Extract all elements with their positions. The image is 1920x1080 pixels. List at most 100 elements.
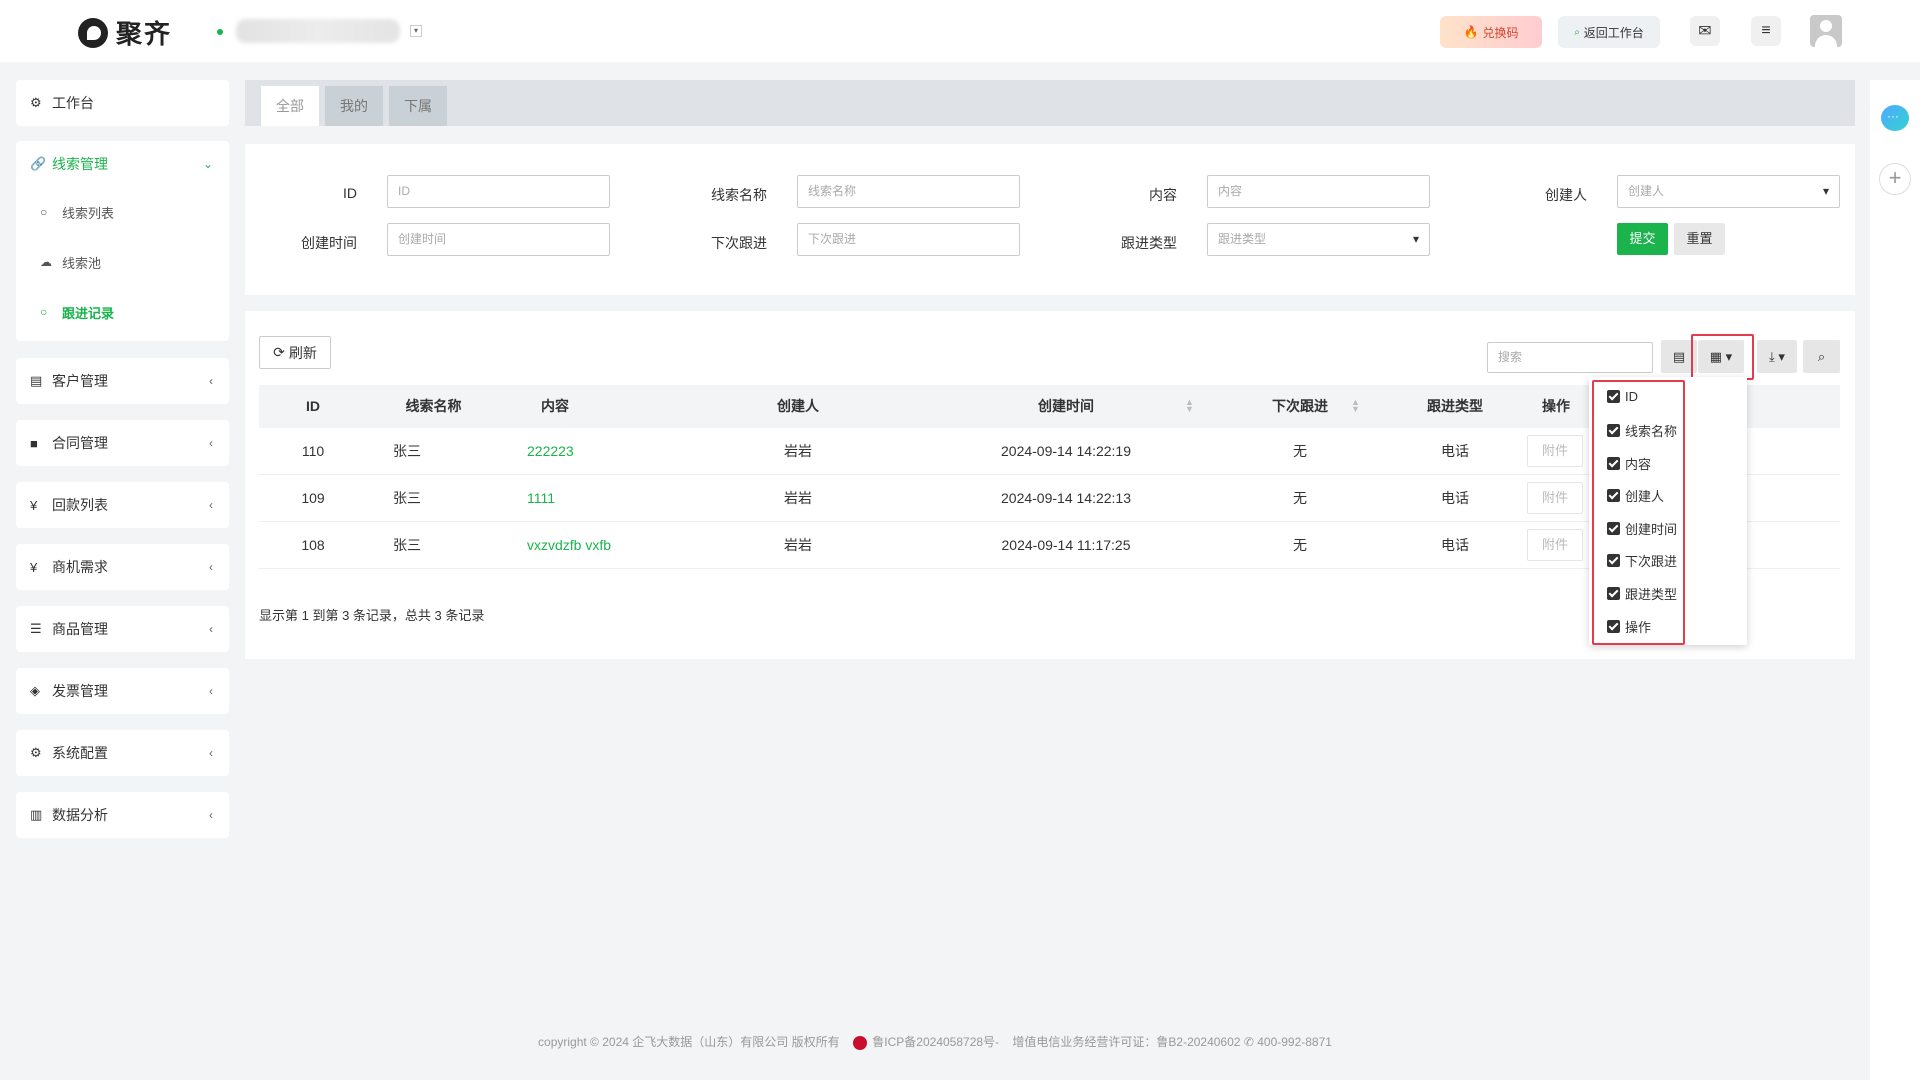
org-dropdown-icon[interactable]: ▾ (410, 25, 422, 37)
top-bar: 聚齐 ▾ 🔥 兑换码 ⌕ 返回工作台 ✉ ≡ (0, 0, 1920, 62)
app-logo[interactable]: 聚齐 (78, 14, 172, 51)
back-to-workbench-button[interactable]: ⌕ 返回工作台 (1558, 16, 1660, 48)
card-view-icon: ▤ (1672, 348, 1686, 364)
sidebar-item-label: 回款列表 (52, 497, 108, 513)
sidebar-item-label: 系统配置 (52, 745, 108, 761)
cell-creator: 岩岩 (784, 443, 812, 459)
police-badge-icon (852, 1035, 867, 1050)
sidebar-item-contract-mgmt[interactable]: ■ 合同管理 ‹ (16, 420, 229, 466)
export-button[interactable]: ⤓ ▾ (1757, 340, 1797, 373)
sort-icon[interactable]: ▲ ▼ (1351, 398, 1360, 414)
filter-lead-name-input[interactable]: 线索名称 (797, 175, 1020, 208)
add-icon[interactable]: + (1879, 163, 1911, 195)
footer-icp-link[interactable]: 鲁ICP备2024058728号- (872, 1035, 999, 1049)
back-to-workbench-label: 返回工作台 (1583, 25, 1644, 40)
col-header-id[interactable]: ID (259, 385, 367, 428)
cell-next-follow: 无 (1293, 443, 1307, 459)
export-icon: ⤓ ▾ (1769, 348, 1785, 364)
chat-icon[interactable] (1881, 105, 1909, 131)
sidebar-item-label: 发票管理 (52, 683, 108, 699)
chevron-down-icon: ⌄ (202, 157, 213, 171)
sidebar-item-data-analysis[interactable]: ▥ 数据分析 ‹ (16, 792, 229, 838)
filter-id-input[interactable]: ID (387, 175, 610, 208)
table-search-input[interactable]: 搜索 (1487, 342, 1653, 373)
filter-follow-type-placeholder: 跟进类型 (1218, 232, 1267, 246)
filter-content-input[interactable]: 内容 (1207, 175, 1430, 208)
submit-button[interactable]: 提交 (1617, 223, 1668, 255)
sidebar-item-opportunity[interactable]: ¥ 商机需求 ‹ (16, 544, 229, 590)
tabs-bar: 全部 我的 下属 (245, 80, 1855, 126)
sidebar-item-product-mgmt[interactable]: ☰ 商品管理 ‹ (16, 606, 229, 652)
filter-content-label: 内容 (1149, 187, 1177, 203)
sidebar-item-label: 客户管理 (52, 373, 108, 389)
sidebar-subitem-label: 跟进记录 (62, 305, 115, 321)
sidebar-item-payment-list[interactable]: ¥ 回款列表 ‹ (16, 482, 229, 528)
reset-button[interactable]: 重置 (1674, 223, 1725, 255)
sidebar-item-lead-mgmt[interactable]: 🔗 线索管理 ⌄ (16, 141, 229, 187)
cell-creator: 岩岩 (784, 537, 812, 553)
filter-created-at-input[interactable]: 创建时间 (387, 223, 610, 256)
footer: copyright © 2024 企飞大数据（山东）有限公司 版权所有 鲁ICP… (0, 1033, 1870, 1050)
cell-created-at: 2024-09-14 14:22:13 (1001, 490, 1131, 506)
advanced-search-button[interactable]: ⌕ (1803, 340, 1840, 373)
refresh-icon: ⟳ (273, 344, 285, 360)
sidebar-subitem-follow-records[interactable]: ○ 跟进记录 (16, 287, 229, 337)
org-name-redacted[interactable] (236, 19, 400, 43)
chevron-left-icon: ‹ (209, 808, 213, 822)
filter-creator-select[interactable]: 创建人 (1617, 175, 1840, 208)
sidebar-item-label: 工作台 (52, 95, 94, 111)
sidebar-item-system-config[interactable]: ⚙ 系统配置 ‹ (16, 730, 229, 776)
sidebar-item-workbench[interactable]: ⚙ 工作台 (16, 80, 229, 126)
dashboard-icon: ⚙ (30, 95, 42, 110)
chevron-left-icon: ‹ (209, 622, 213, 636)
tab-mine[interactable]: 我的 (325, 86, 383, 126)
sidebar-item-label: 线索管理 (52, 156, 108, 172)
footer-license: 增值电信业务经营许可证：鲁B2-20240602 (1012, 1035, 1241, 1049)
tab-subordinates[interactable]: 下属 (389, 86, 447, 126)
chevron-left-icon: ‹ (209, 746, 213, 760)
app-name: 聚齐 (116, 19, 173, 49)
user-avatar[interactable] (1810, 15, 1842, 47)
id-card-icon: ▤ (30, 373, 43, 388)
redeem-code-button[interactable]: 🔥 兑换码 (1440, 16, 1542, 48)
chevron-left-icon: ‹ (209, 560, 213, 574)
attachment-button[interactable]: 附件 (1527, 435, 1583, 467)
sort-icon[interactable]: ▲ ▼ (1185, 398, 1194, 414)
org-status-dot (217, 29, 223, 35)
redeem-code-label: 兑换码 (1482, 25, 1519, 40)
chevron-left-icon: ‹ (209, 374, 213, 388)
chevron-left-icon: ‹ (209, 498, 213, 512)
mail-button[interactable]: ✉ (1690, 16, 1720, 46)
tag-icon: ◈ (30, 683, 40, 698)
filter-next-follow-input[interactable]: 下次跟进 (797, 223, 1020, 256)
filter-creator-placeholder: 创建人 (1628, 184, 1665, 198)
attachment-button[interactable]: 附件 (1527, 482, 1583, 514)
filter-follow-type-select[interactable]: 跟进类型 (1207, 223, 1430, 256)
menu-button[interactable]: ≡ (1751, 16, 1781, 46)
footer-copyright: copyright © 2024 企飞大数据（山东）有限公司 版权所有 (538, 1035, 840, 1049)
tab-all[interactable]: 全部 (261, 86, 319, 126)
sidebar-item-label: 数据分析 (52, 807, 108, 823)
cell-creator: 岩岩 (784, 490, 812, 506)
sidebar-item-customer-mgmt[interactable]: ▤ 客户管理 ‹ (16, 358, 229, 404)
mail-icon: ✉ (1698, 23, 1712, 40)
refresh-button[interactable]: ⟳ 刷新 (259, 336, 331, 369)
cell-lead-name: 张三 (393, 537, 421, 553)
sidebar-item-label: 合同管理 (52, 435, 108, 451)
col-header-creator[interactable]: 创建人 (685, 385, 911, 428)
filter-created-at-label: 创建时间 (301, 235, 357, 251)
sidebar-subitem-lead-list[interactable]: ○ 线索列表 (16, 187, 229, 237)
sidebar-subitem-lead-pool[interactable]: ☁ 线索池 (16, 237, 229, 287)
bookmark-icon: ■ (30, 435, 38, 451)
attachment-button[interactable]: 附件 (1527, 529, 1583, 561)
cogs-icon: ⚙ (30, 745, 42, 760)
highlight-columns-button (1691, 334, 1754, 380)
col-header-lead-name[interactable]: 线索名称 (367, 385, 500, 428)
col-header-follow-type[interactable]: 跟进类型 (1379, 385, 1531, 428)
col-header-created-at[interactable]: 创建时间 (911, 385, 1221, 428)
col-header-content[interactable]: 内容 (500, 385, 610, 428)
chevron-left-icon: ‹ (209, 684, 213, 698)
bar-chart-icon: ▥ (30, 807, 43, 822)
sidebar-item-invoice-mgmt[interactable]: ◈ 发票管理 ‹ (16, 668, 229, 714)
filter-next-follow-label: 下次跟进 (711, 235, 767, 251)
